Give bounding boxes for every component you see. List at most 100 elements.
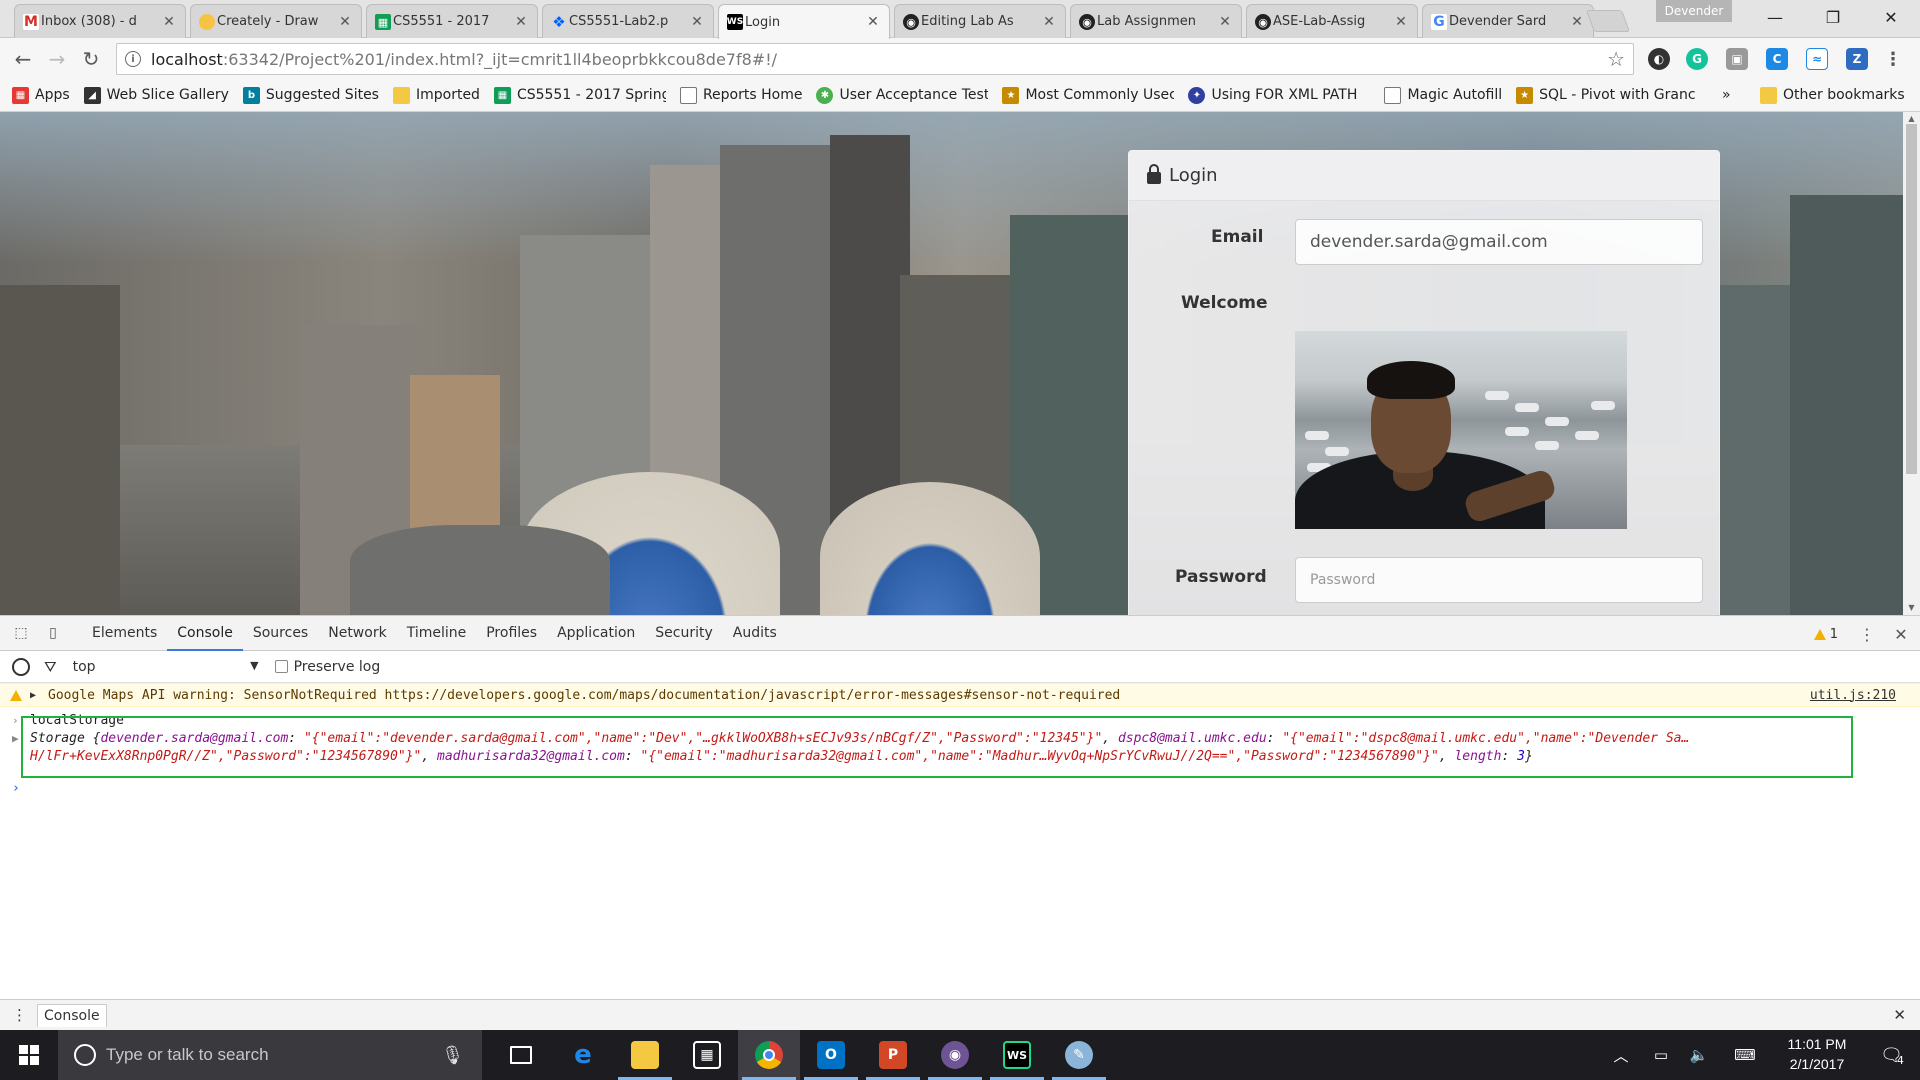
taskbar-store[interactable]: ▦ [676,1030,738,1080]
close-window-icon[interactable]: ✕ [1862,0,1920,34]
tab-devender-google[interactable]: G Devender Sard ✕ [1422,4,1594,38]
tab-timeline[interactable]: Timeline [397,615,477,651]
grammarly-icon[interactable]: G [1686,48,1708,70]
microphone-icon[interactable]: 🎙 [441,1045,464,1066]
volume-muted-icon[interactable]: 🔈 [1684,1030,1714,1080]
filter-icon[interactable]: ⛛ [44,658,57,676]
system-clock[interactable]: 11:01 PM 2/1/2017 [1762,1034,1872,1074]
tab-audits[interactable]: Audits [723,615,787,651]
close-tab-icon[interactable]: ✕ [337,14,353,30]
bookmark-user-acceptance[interactable]: ✱ User Acceptance Testi [816,86,988,104]
scroll-down-arrow-icon[interactable]: ▼ [1903,603,1920,615]
folder-icon [631,1041,659,1069]
profile-button[interactable]: Devender [1656,0,1732,22]
tab-cs5551-sheet[interactable]: ▦ CS5551 - 2017 ✕ [366,4,538,38]
bookmark-suggested-sites[interactable]: b Suggested Sites [242,86,379,104]
context-select[interactable]: top ▼ [73,659,259,675]
taskbar-chrome[interactable] [738,1030,800,1080]
restore-icon[interactable]: ❐ [1804,0,1862,34]
close-tab-icon[interactable]: ✕ [1393,14,1409,30]
warning-count-badge[interactable]: 1 [1813,627,1838,642]
tab-dropbox[interactable]: ❖ CS5551-Lab2.p ✕ [542,4,714,38]
new-tab-button[interactable] [1585,10,1631,32]
drawer-menu-icon[interactable]: ⋮ [12,1006,27,1024]
address-bar[interactable]: i localhost:63342/Project%201/index.html… [116,43,1634,75]
scrollbar-thumb[interactable] [1906,124,1917,474]
tab-login[interactable]: WS Login ✕ [718,4,890,39]
tab-ase-lab[interactable]: ◉ ASE-Lab-Assig ✕ [1246,4,1418,38]
close-drawer-icon[interactable]: ✕ [1893,1006,1906,1024]
battery-icon[interactable]: ▭ [1646,1030,1676,1080]
taskbar-paint[interactable]: ✎ [1048,1030,1110,1080]
tab-editing-lab[interactable]: ◉ Editing Lab As ✕ [894,4,1066,38]
taskbar-file-explorer[interactable] [614,1030,676,1080]
tab-profiles[interactable]: Profiles [476,615,547,651]
taskbar-github-desktop[interactable]: ◉ [924,1030,986,1080]
close-tab-icon[interactable]: ✕ [513,14,529,30]
page-scrollbar[interactable]: ▲ ▼ [1903,112,1920,615]
bookmark-apps[interactable]: ▦ Apps [12,86,70,104]
extension-wave-icon[interactable]: ≈ [1806,48,1828,70]
bookmarks-overflow-button[interactable]: » [1722,87,1731,103]
bookmark-magic-autofill[interactable]: Magic Autofill [1384,86,1502,104]
bookmark-web-slice[interactable]: ◢ Web Slice Gallery [83,86,229,104]
close-tab-icon[interactable]: ✕ [1041,14,1057,30]
tab-gmail[interactable]: M Inbox (308) - d ✕ [14,4,186,38]
taskbar-webstorm[interactable]: WS [986,1030,1048,1080]
close-tab-icon[interactable]: ✕ [161,14,177,30]
warning-source-link[interactable]: util.js:210 [1810,688,1896,703]
keyboard-icon[interactable]: ⌨ [1728,1030,1762,1080]
forward-icon[interactable]: → [44,46,70,72]
preserve-log-checkbox[interactable] [274,660,288,673]
drawer-tab-console[interactable]: Console [37,1003,107,1027]
tab-security[interactable]: Security [645,615,723,651]
tab-console[interactable]: Console [167,615,243,651]
console-prompt[interactable]: › [12,781,20,796]
tab-lab-assignment[interactable]: ◉ Lab Assignmen ✕ [1070,4,1242,38]
tab-application[interactable]: Application [547,615,645,651]
close-tab-icon[interactable]: ✕ [689,14,705,30]
tab-elements[interactable]: Elements [82,615,167,651]
bookmark-star-icon[interactable]: ☆ [1607,47,1625,71]
bookmark-sql-pivot[interactable]: ★ SQL - Pivot with Granc [1516,86,1700,104]
chrome-menu-icon[interactable]: ⋮ [1882,48,1904,70]
bookmark-cs5551[interactable]: ▦ CS5551 - 2017 Spring [493,86,666,104]
taskbar-outlook[interactable]: O [800,1030,862,1080]
close-tab-icon[interactable]: ✕ [1217,14,1233,30]
devtools-menu-icon[interactable]: ⋮ [1856,623,1878,645]
extension-gray-icon[interactable]: ▣ [1726,48,1748,70]
device-toolbar-icon[interactable]: ▯ [42,622,64,644]
bookmark-imported[interactable]: Imported [392,86,480,104]
back-icon[interactable]: ← [10,46,36,72]
email-field[interactable]: devender.sarda@gmail.com [1295,219,1703,265]
close-devtools-icon[interactable]: ✕ [1890,623,1912,645]
task-view-button[interactable] [490,1030,552,1080]
preserve-log-toggle[interactable]: Preserve log [274,659,380,675]
bookmark-for-xml-path[interactable]: ✦ Using FOR XML PATH [1188,86,1370,104]
bookmark-reports-home[interactable]: Reports Home [679,86,802,104]
expand-arrow-icon[interactable]: ▶ [30,690,48,701]
clear-console-icon[interactable] [12,657,30,676]
page-info-icon[interactable]: i [125,51,141,67]
other-bookmarks[interactable]: Other bookmarks [1760,86,1905,104]
inspect-element-icon[interactable]: ⬚ [10,622,32,644]
close-tab-icon[interactable]: ✕ [865,14,881,30]
extension-dark-icon[interactable]: ◐ [1648,48,1670,70]
tab-sources[interactable]: Sources [243,615,318,651]
extension-z-icon[interactable]: Z [1846,48,1868,70]
tab-network[interactable]: Network [318,615,396,651]
password-field[interactable]: Password [1295,557,1703,603]
start-button[interactable] [0,1030,58,1080]
taskbar-edge[interactable]: e [552,1030,614,1080]
show-hidden-icons-chevron-icon[interactable]: ︿ [1606,1030,1636,1080]
minimize-icon[interactable]: — [1746,0,1804,34]
tab-creately[interactable]: Creately - Draw ✕ [190,4,362,38]
taskbar-search[interactable]: Type or talk to search 🎙 [58,1030,482,1080]
reload-icon[interactable]: ↻ [78,46,104,72]
login-panel-title: Login [1169,165,1218,186]
bookmark-most-commonly[interactable]: ★ Most Commonly Usec [1002,86,1174,104]
close-tab-icon[interactable]: ✕ [1569,14,1585,30]
action-center-icon[interactable]: 🗨 4 [1872,1030,1912,1080]
extension-blue-icon[interactable]: C [1766,48,1788,70]
taskbar-powerpoint[interactable]: P [862,1030,924,1080]
